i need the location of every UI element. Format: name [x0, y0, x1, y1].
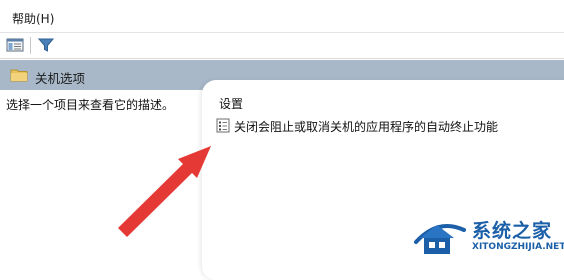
watermark-url: XITONGZHIJIA.NET [472, 242, 564, 252]
watermark-name: 系统之家 [472, 220, 553, 242]
watermark: 系统之家 XITONGZHIJIA.NET [410, 212, 564, 262]
watermark-logo-icon [410, 216, 468, 261]
